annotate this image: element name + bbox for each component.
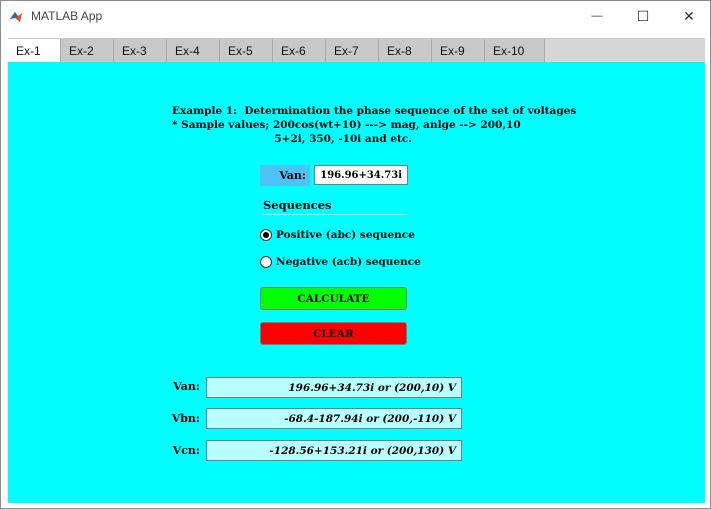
sequences-title: Sequences	[263, 198, 332, 212]
van-input[interactable]: 196.96+34.73i	[314, 165, 408, 185]
van-output-label: Van:	[173, 380, 200, 393]
tab-ex-6[interactable]: Ex-6	[273, 39, 326, 62]
matlab-logo-icon	[10, 12, 22, 22]
tab-panel-ex-1: Example 1: Determination the phase seque…	[8, 62, 705, 503]
clear-button[interactable]: CLEAR	[260, 322, 407, 345]
radio-unselected-icon[interactable]	[260, 256, 272, 268]
tab-bar: Ex-1 Ex-2 Ex-3 Ex-4 Ex-5 Ex-6 Ex-7 Ex-8 …	[8, 38, 705, 63]
radio-positive-label: Positive (abc) sequence	[276, 229, 415, 241]
minimize-icon: —	[591, 10, 603, 22]
tab-ex-3[interactable]: Ex-3	[114, 39, 167, 62]
maximize-button[interactable]: ☐	[620, 1, 666, 31]
radio-negative-label: Negative (acb) sequence	[276, 256, 421, 268]
vcn-output-label: Vcn:	[172, 444, 200, 457]
maximize-icon: ☐	[636, 7, 650, 24]
minimize-button[interactable]: —	[574, 1, 620, 31]
title-bar: MATLAB App — ☐ ✕	[1, 1, 710, 31]
sequences-divider	[262, 214, 408, 215]
radio-positive-sequence[interactable]: Positive (abc) sequence	[260, 227, 415, 243]
calculate-button[interactable]: CALCULATE	[260, 287, 407, 310]
tab-ex-1[interactable]: Ex-1	[8, 39, 61, 63]
vbn-output-field: -68.4-187.94i or (200,-110) V	[206, 408, 462, 429]
van-input-label: Van:	[260, 165, 310, 186]
vbn-output-label: Vbn:	[171, 412, 200, 425]
van-output-field: 196.96+34.73i or (200,10) V	[206, 377, 462, 398]
tab-ex-7[interactable]: Ex-7	[326, 39, 379, 62]
tab-ex-2[interactable]: Ex-2	[61, 39, 114, 62]
tab-ex-5[interactable]: Ex-5	[220, 39, 273, 62]
example-description: Example 1: Determination the phase seque…	[172, 105, 577, 145]
close-button[interactable]: ✕	[666, 1, 711, 31]
tab-ex-8[interactable]: Ex-8	[379, 39, 432, 62]
tab-ex-10[interactable]: Ex-10	[485, 39, 545, 62]
vcn-output-field: -128.56+153.21i or (200,130) V	[206, 440, 462, 461]
tab-ex-9[interactable]: Ex-9	[432, 39, 485, 62]
app-window: MATLAB App — ☐ ✕ Ex-1 Ex-2 Ex-3 Ex-4 Ex-…	[0, 0, 711, 509]
radio-selected-icon[interactable]	[260, 229, 272, 241]
tab-ex-4[interactable]: Ex-4	[167, 39, 220, 62]
radio-negative-sequence[interactable]: Negative (acb) sequence	[260, 254, 421, 270]
window-title: MATLAB App	[31, 9, 103, 23]
close-icon: ✕	[683, 7, 695, 24]
